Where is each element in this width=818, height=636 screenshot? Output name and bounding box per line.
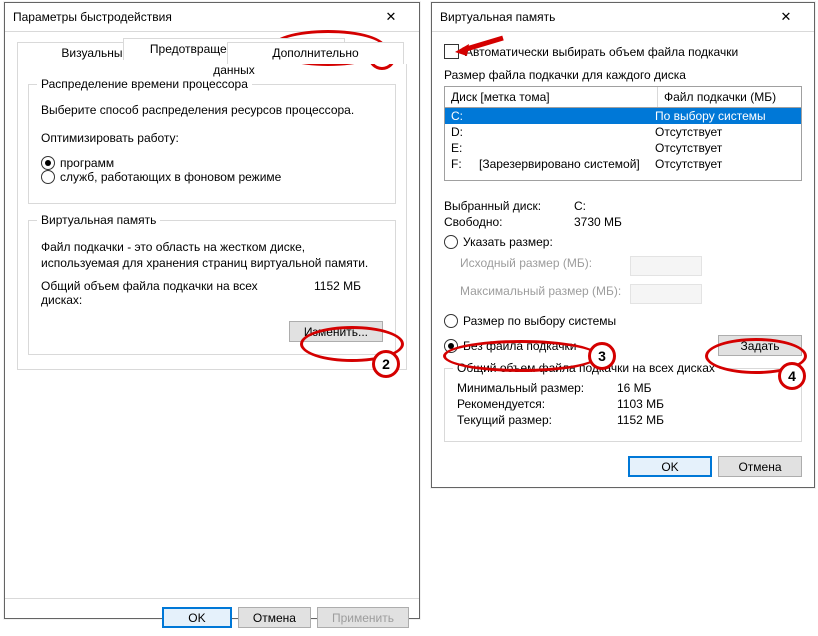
drive-pf: По выбору системы <box>655 109 795 123</box>
change-button-label: Изменить... <box>304 325 368 339</box>
col-drive: Диск [метка тома] <box>445 87 658 107</box>
totals-group: Общий объем файла подкачки на всех диска… <box>444 368 802 442</box>
processor-scheduling-group: Распределение времени процессора Выберит… <box>28 84 396 204</box>
performance-options-dialog: Параметры быстродействия ✕ Предотвращени… <box>4 2 420 619</box>
totals-legend: Общий объем файла подкачки на всех диска… <box>453 361 719 375</box>
apply-button[interactable]: Применить <box>317 607 409 628</box>
vm-total-label: Общий объем файла подкачки на всех диска… <box>41 279 261 307</box>
radio-system-label: Размер по выбору системы <box>463 314 616 328</box>
change-button[interactable]: Изменить... <box>289 321 383 342</box>
free-space-label: Свободно: <box>444 215 574 229</box>
drive-label <box>479 141 655 155</box>
drive-pf: Отсутствует <box>655 157 795 171</box>
drive-list-label: Размер файла подкачки для каждого диска <box>444 68 802 82</box>
perf-titlebar: Параметры быстродействия ✕ <box>5 3 419 32</box>
selected-drive-value: C: <box>574 199 586 213</box>
vm-legend: Виртуальная память <box>37 213 160 227</box>
free-space-value: 3730 МБ <box>574 215 622 229</box>
ok-button[interactable]: OK <box>162 607 232 628</box>
min-label: Минимальный размер: <box>457 381 617 395</box>
drive-label <box>479 109 655 123</box>
radio-system-managed[interactable]: Размер по выбору системы <box>444 314 616 328</box>
drive-row[interactable]: E: Отсутствует <box>445 140 801 156</box>
radio-none-label: Без файла подкачки <box>463 339 576 353</box>
radio-programs[interactable]: программ <box>41 156 114 170</box>
rec-value: 1103 МБ <box>617 397 664 411</box>
ok-label: OK <box>188 611 205 625</box>
radio-custom-size[interactable]: Указать размер: <box>444 235 553 249</box>
col-pagefile: Файл подкачки (МБ) <box>658 87 801 107</box>
radio-programs-label: программ <box>60 156 114 170</box>
cancel-button[interactable]: Отмена <box>238 607 311 628</box>
ok-button[interactable]: OK <box>628 456 712 477</box>
cur-value: 1152 МБ <box>617 413 664 427</box>
vm-total-value: 1152 МБ <box>261 279 371 307</box>
tab-advanced-label: Дополнительно <box>272 46 358 60</box>
apply-label: Применить <box>332 611 394 625</box>
vm-desc: Файл подкачки - это область на жестком д… <box>41 239 383 271</box>
drive-label <box>479 125 655 139</box>
min-value: 16 МБ <box>617 381 652 395</box>
drive-pf: Отсутствует <box>655 141 795 155</box>
drive-letter: D: <box>451 125 479 139</box>
radio-services-label: служб, работающих в фоновом режиме <box>60 170 281 184</box>
virtual-memory-group: Виртуальная память Файл подкачки - это о… <box>28 220 396 355</box>
drive-list-header: Диск [метка тома] Файл подкачки (МБ) <box>444 86 802 107</box>
perf-title: Параметры быстродействия <box>13 3 371 31</box>
cur-label: Текущий размер: <box>457 413 617 427</box>
auto-manage-checkbox[interactable]: Автоматически выбирать объем файла подка… <box>444 44 738 59</box>
drive-letter: F: <box>451 157 479 171</box>
sched-desc: Выберите способ распределения ресурсов п… <box>41 103 383 117</box>
auto-manage-label: Автоматически выбирать объем файла подка… <box>465 45 738 59</box>
radio-no-paging-file[interactable]: Без файла подкачки <box>444 339 576 353</box>
rec-label: Рекомендуется: <box>457 397 617 411</box>
drive-row[interactable]: F: [Зарезервировано системой] Отсутствуе… <box>445 156 801 172</box>
drive-row[interactable]: C: По выбору системы <box>445 108 801 124</box>
ok-label: OK <box>661 460 678 474</box>
drive-listbox[interactable]: C: По выбору системы D: Отсутствует E: О… <box>444 107 802 181</box>
tab-advanced[interactable]: Дополнительно <box>227 42 404 64</box>
drive-pf: Отсутствует <box>655 125 795 139</box>
set-button[interactable]: Задать <box>718 335 802 356</box>
radio-background-services[interactable]: служб, работающих в фоновом режиме <box>41 170 281 184</box>
vm-title: Виртуальная память <box>440 3 766 31</box>
initial-size-label: Исходный размер (МБ): <box>460 256 630 276</box>
max-size-input <box>630 284 702 304</box>
cancel-button[interactable]: Отмена <box>718 456 802 477</box>
drive-row[interactable]: D: Отсутствует <box>445 124 801 140</box>
close-icon[interactable]: ✕ <box>766 3 806 31</box>
radio-custom-label: Указать размер: <box>463 235 553 249</box>
drive-letter: C: <box>451 109 479 123</box>
max-size-label: Максимальный размер (МБ): <box>460 284 630 304</box>
cancel-label: Отмена <box>253 611 296 625</box>
selected-drive-label: Выбранный диск: <box>444 199 574 213</box>
drive-letter: E: <box>451 141 479 155</box>
cancel-label: Отмена <box>738 460 781 474</box>
drive-label: [Зарезервировано системой] <box>479 157 655 171</box>
vm-titlebar: Виртуальная память ✕ <box>432 3 814 32</box>
initial-size-input <box>630 256 702 276</box>
sched-opt-label: Оптимизировать работу: <box>41 131 383 145</box>
set-button-label: Задать <box>740 339 779 353</box>
perf-button-bar: OK Отмена Применить <box>5 598 419 636</box>
close-icon[interactable]: ✕ <box>371 3 411 31</box>
virtual-memory-dialog: Виртуальная память ✕ Автоматически выбир… <box>431 2 815 488</box>
